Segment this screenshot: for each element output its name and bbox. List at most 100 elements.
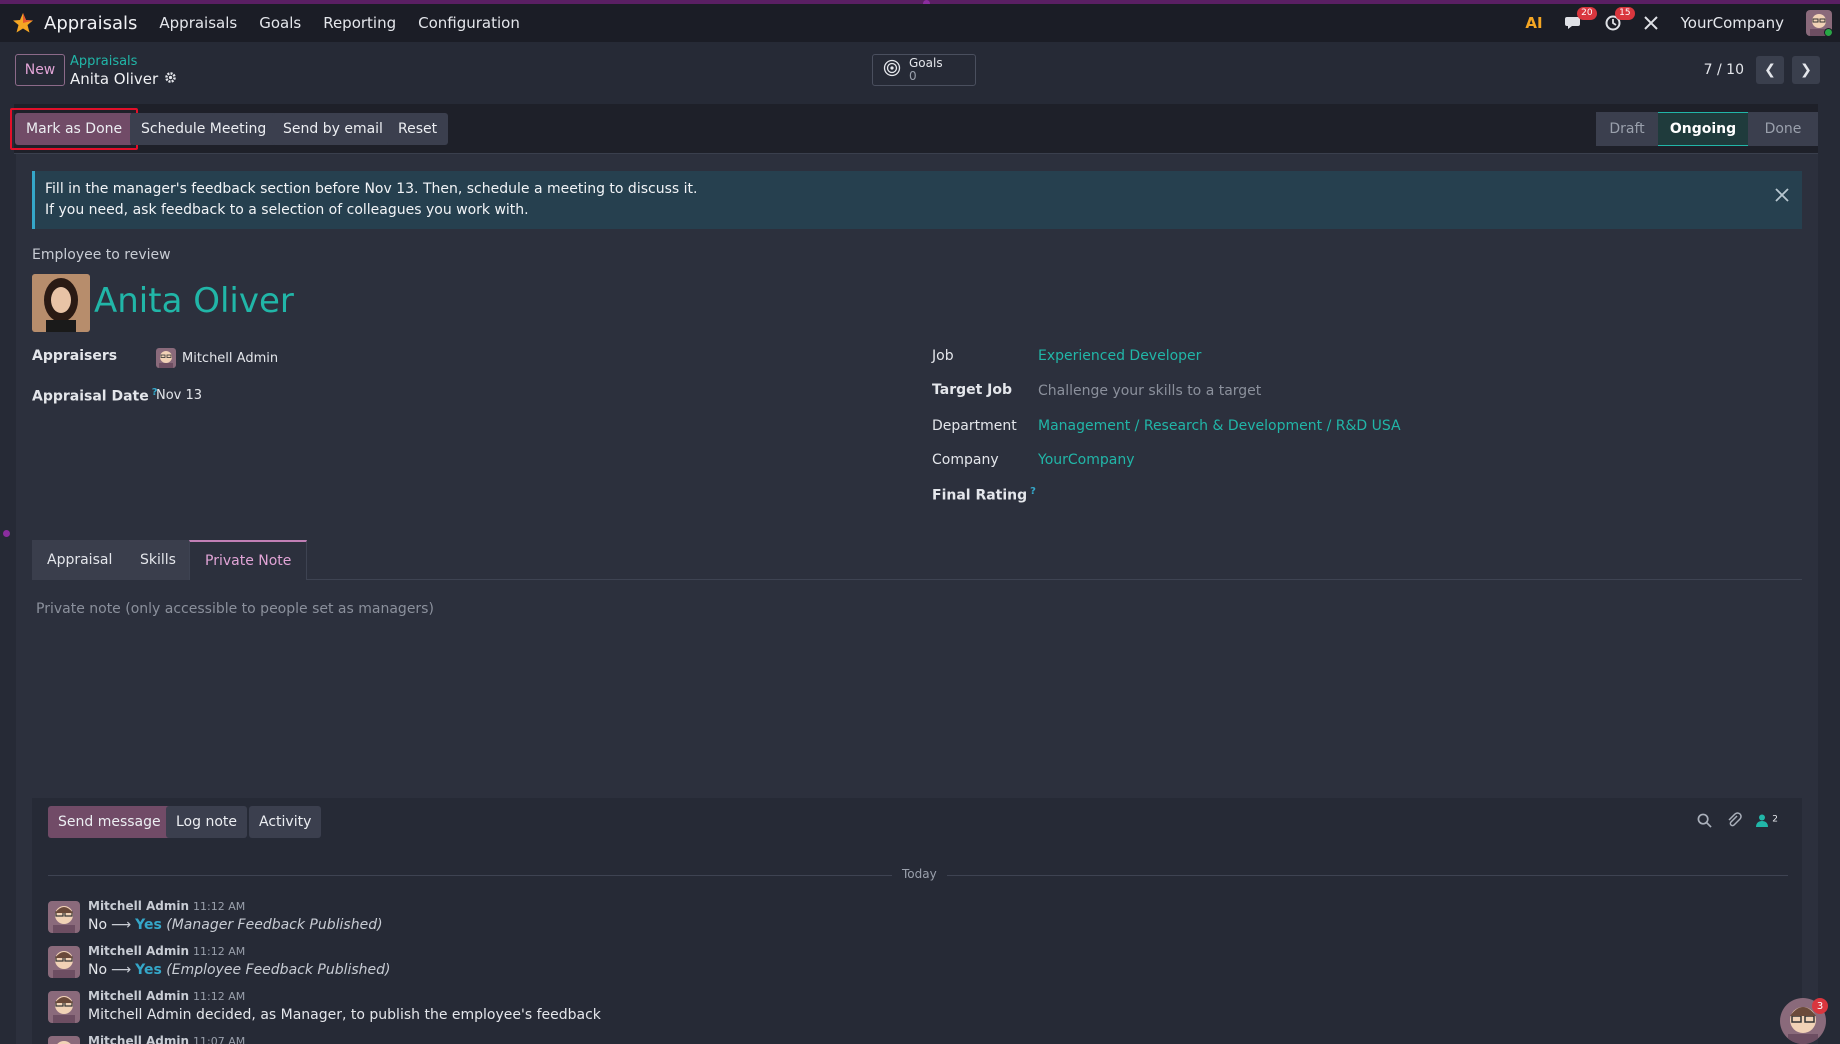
job-label: Job — [932, 348, 954, 364]
chevron-left-icon: ❮ — [1764, 62, 1776, 78]
top-navbar: Appraisals Appraisals Goals Reporting Co… — [0, 4, 1840, 42]
menu-goals[interactable]: Goals — [259, 14, 301, 32]
breadcrumb-current: Anita Oliver — [70, 70, 177, 88]
record-name: Anita Oliver — [70, 70, 159, 88]
employee-photo[interactable] — [32, 274, 90, 332]
company-value[interactable]: YourCompany — [1038, 452, 1135, 468]
author-avatar[interactable] — [48, 946, 80, 978]
breadcrumb-appraisals[interactable]: Appraisals — [70, 54, 137, 69]
new-value: Yes — [135, 917, 162, 933]
appraiser-name: Mitchell Admin — [182, 351, 279, 366]
tab-appraisal[interactable]: Appraisal — [32, 540, 129, 580]
chat-bot-badge: 3 — [1812, 998, 1828, 1014]
author-name: Mitchell Admin — [88, 899, 190, 913]
activities-clock-icon[interactable]: 15 — [1605, 7, 1635, 31]
user-avatar[interactable] — [1806, 10, 1832, 36]
department-value[interactable]: Management / Research & Development / R&… — [1038, 418, 1401, 434]
appraisal-date-value[interactable]: Nov 13 — [156, 388, 202, 403]
author-name: Mitchell Admin — [88, 989, 190, 1003]
author-avatar[interactable] — [48, 901, 80, 933]
stage-pipeline: Draft Ongoing Done — [1596, 112, 1818, 146]
close-icon[interactable] — [1774, 186, 1790, 207]
search-icon[interactable] — [1697, 813, 1712, 832]
followers-button[interactable]: 2 — [1755, 813, 1778, 831]
user-icon — [1755, 814, 1772, 831]
stage-ongoing[interactable]: Ongoing — [1658, 112, 1748, 146]
stage-draft[interactable]: Draft — [1596, 112, 1658, 146]
arrow-right-icon: ⟶ — [111, 917, 132, 933]
tracked-field: (Manager Feedback Published) — [166, 917, 383, 933]
message-text: Mitchell Admin decided, as Manager, to p… — [88, 1007, 601, 1023]
highlight-frame — [10, 108, 139, 150]
appraisal-date-label: Appraisal Date? — [32, 387, 158, 405]
employee-name[interactable]: Anita Oliver — [94, 281, 294, 321]
chatter: Send message Log note Activity 2 Today M… — [32, 798, 1802, 1044]
pager-value[interactable]: 7 / 10 — [1704, 62, 1744, 78]
chatter-message: Mitchell Admin 11:07 AM — [48, 1034, 1748, 1044]
alert-line-2: If you need, ask feedback to a selection… — [45, 202, 529, 218]
message-author[interactable]: Mitchell Admin 11:12 AM — [88, 989, 245, 1003]
target-job-input[interactable]: Challenge your skills to a target — [1038, 383, 1261, 399]
menu-appraisals[interactable]: Appraisals — [159, 14, 237, 32]
messages-icon[interactable]: 20 — [1564, 7, 1597, 31]
appraisals-star-icon[interactable] — [10, 10, 36, 36]
schedule-meeting-button[interactable]: Schedule Meeting — [130, 113, 278, 145]
reset-button[interactable]: Reset — [387, 113, 449, 145]
goals-smart-button[interactable]: Goals 0 — [872, 54, 976, 86]
online-status-dot — [1824, 28, 1832, 36]
old-value: No — [88, 917, 108, 933]
menu-configuration[interactable]: Configuration — [418, 14, 520, 32]
paperclip-icon[interactable] — [1726, 812, 1742, 832]
help-tooltip-icon[interactable]: ? — [1030, 486, 1036, 497]
messages-badge: 20 — [1577, 7, 1597, 20]
gear-icon[interactable] — [164, 70, 177, 88]
debug-tools-icon[interactable] — [1643, 15, 1659, 31]
goals-count: 0 — [909, 69, 917, 83]
stage-done[interactable]: Done — [1748, 112, 1818, 146]
ai-icon[interactable]: AI — [1525, 14, 1542, 32]
app-name[interactable]: Appraisals — [44, 13, 137, 34]
form-statusbar: Mark as Done Schedule Meeting Send by em… — [10, 104, 1818, 154]
employee-to-review-label: Employee to review — [32, 247, 171, 263]
appraisal-date-text: Appraisal Date — [32, 388, 149, 405]
private-note-editor[interactable]: Private note (only accessible to people … — [36, 601, 434, 617]
job-value[interactable]: Experienced Developer — [1038, 348, 1201, 364]
pager: 7 / 10 ❮ ❯ — [1704, 56, 1820, 84]
log-note-button[interactable]: Log note — [166, 806, 247, 838]
author-avatar[interactable] — [48, 1036, 80, 1044]
department-label: Department — [932, 418, 1017, 434]
tab-private-note[interactable]: Private Note — [189, 540, 308, 580]
message-author[interactable]: Mitchell Admin 11:07 AM — [88, 1034, 245, 1044]
message-author[interactable]: Mitchell Admin 11:12 AM — [88, 944, 245, 958]
mark-as-done-button[interactable]: Mark as Done — [10, 108, 139, 150]
target-icon — [883, 59, 901, 81]
chatter-message: Mitchell Admin 11:12 AM Mitchell Admin de… — [48, 989, 1748, 1031]
new-value: Yes — [135, 962, 162, 978]
menu-reporting[interactable]: Reporting — [323, 14, 396, 32]
send-message-button[interactable]: Send message — [48, 806, 171, 838]
old-value: No — [88, 962, 108, 978]
message-time: 11:12 AM — [193, 945, 246, 958]
pager-next-button[interactable]: ❯ — [1792, 56, 1820, 84]
message-time: 11:07 AM — [193, 1035, 246, 1044]
new-button[interactable]: New — [15, 54, 65, 86]
chevron-right-icon: ❯ — [1800, 62, 1812, 78]
appraisers-value[interactable]: Mitchell Admin — [156, 348, 278, 368]
followers-count: 2 — [1772, 813, 1778, 824]
message-author[interactable]: Mitchell Admin 11:12 AM — [88, 899, 245, 913]
activity-button[interactable]: Activity — [249, 806, 322, 838]
target-job-label: Target Job — [932, 382, 1013, 398]
final-rating-text: Final Rating — [932, 487, 1028, 504]
company-label: Company — [932, 452, 999, 468]
author-name: Mitchell Admin — [88, 944, 190, 958]
author-avatar[interactable] — [48, 991, 80, 1023]
pager-previous-button[interactable]: ❮ — [1756, 56, 1784, 84]
company-switcher[interactable]: YourCompany — [1681, 14, 1784, 32]
tracking-change: No ⟶ Yes (Manager Feedback Published) — [88, 917, 383, 933]
appraisers-label: Appraisers — [32, 348, 118, 364]
send-by-email-button[interactable]: Send by email — [272, 113, 394, 145]
activities-badge: 15 — [1615, 7, 1635, 20]
tab-skills[interactable]: Skills — [125, 540, 192, 580]
alert-line-1: Fill in the manager's feedback section b… — [45, 181, 698, 197]
chatter-message: Mitchell Admin 11:12 AM No ⟶ Yes (Employee … — [48, 944, 1748, 986]
